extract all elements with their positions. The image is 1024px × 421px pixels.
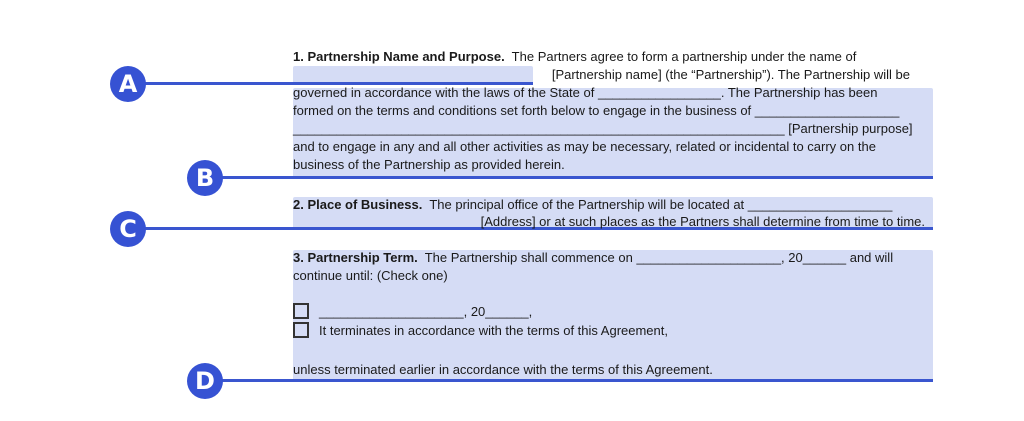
section2-line2: [Address] or at such places as the Partn…	[480, 214, 925, 229]
section1-line7: business of the Partnership as provided …	[293, 157, 565, 172]
text: The Partners agree to form a partnership…	[504, 49, 857, 64]
marker-a: A	[110, 66, 146, 102]
section3-line3: unless terminated earlier in accordance …	[293, 362, 713, 377]
option-end-date: ____________________, 20______,	[293, 303, 532, 321]
callout-line-b	[205, 176, 933, 179]
option-end-date-label: ____________________, 20______,	[319, 304, 533, 319]
section1-heading: 1. Partnership Name and Purpose.	[293, 49, 505, 64]
marker-c: C	[110, 211, 146, 247]
option-terms: It terminates in accordance with the ter…	[293, 322, 668, 340]
section1-line6: and to engage in any and all other activ…	[293, 139, 876, 154]
text: The Partnership shall commence on ______…	[417, 250, 894, 265]
text: The principal office of the Partnership …	[422, 197, 893, 212]
section3-line2: continue until: (Check one)	[293, 268, 448, 283]
section3-line1: 3. Partnership Term. The Partnership sha…	[293, 249, 893, 267]
section3-heading: 3. Partnership Term.	[293, 250, 418, 265]
section1-line3: governed in accordance with the laws of …	[293, 85, 878, 100]
option-terms-label: It terminates in accordance with the ter…	[319, 323, 668, 338]
section2-line1: 2. Place of Business. The principal offi…	[293, 196, 892, 214]
section2-heading: 2. Place of Business.	[293, 197, 423, 212]
end-date-checkbox[interactable]	[293, 303, 309, 319]
section1-line4: formed on the terms and conditions set f…	[293, 103, 900, 118]
section1-line5: ________________________________________…	[293, 121, 913, 136]
callout-line-d	[205, 379, 933, 382]
marker-d: D	[187, 363, 223, 399]
section1-line1: 1. Partnership Name and Purpose. The Par…	[293, 48, 856, 66]
section1-line2: [Partnership name] (the “Partnership”). …	[551, 67, 910, 82]
marker-b: B	[187, 160, 223, 196]
terms-checkbox[interactable]	[293, 322, 309, 338]
